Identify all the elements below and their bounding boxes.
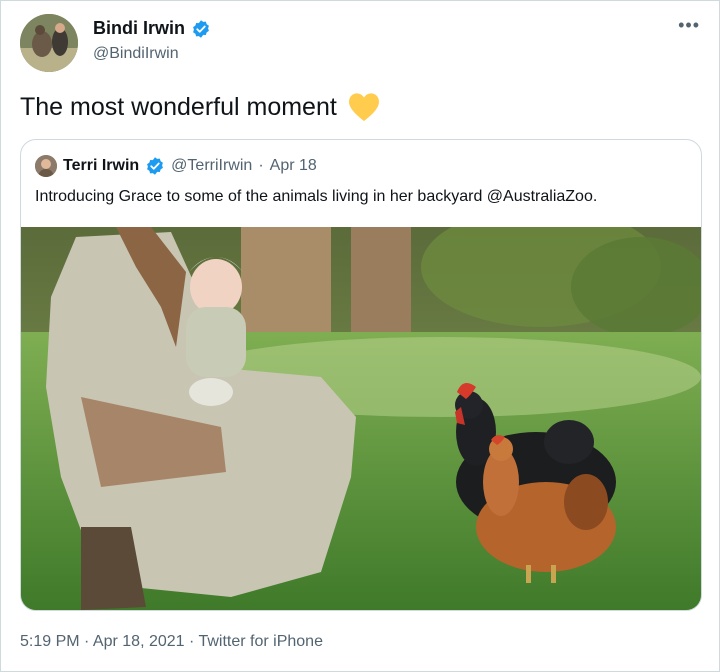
author-handle[interactable]: @BindiIrwin xyxy=(93,45,179,63)
author-avatar[interactable] xyxy=(20,14,78,72)
verified-badge-icon xyxy=(193,19,209,38)
quoted-author-name[interactable]: Terri Irwin xyxy=(63,157,139,175)
quoted-tweet-header: Terri Irwin @TerriIrwin · Apr 18 xyxy=(35,155,317,177)
quoted-tweet-text: Introducing Grace to some of the animals… xyxy=(35,188,598,205)
quoted-tweet[interactable]: Terri Irwin @TerriIrwin · Apr 18 Introdu… xyxy=(20,139,702,611)
quoted-date[interactable]: Apr 18 xyxy=(270,157,317,175)
tweet-text: The most wonderful moment xyxy=(20,92,381,122)
avatar-image xyxy=(20,14,78,72)
more-options-icon[interactable]: ••• xyxy=(678,15,700,36)
tweet-text-content: The most wonderful moment xyxy=(20,92,337,121)
author-name[interactable]: Bindi Irwin xyxy=(93,18,211,39)
tweet-timestamp[interactable]: 5:19 PM · Apr 18, 2021 · Twitter for iPh… xyxy=(20,633,323,651)
quoted-author-avatar[interactable] xyxy=(35,155,57,177)
yellow-heart-icon xyxy=(348,93,379,122)
tweet-card: Bindi Irwin @BindiIrwin ••• The most won… xyxy=(0,0,720,672)
verified-badge-icon xyxy=(147,157,164,175)
quoted-separator: · xyxy=(258,157,264,174)
quoted-avatar-image xyxy=(35,155,57,177)
quoted-author-handle[interactable]: @TerriIrwin xyxy=(171,157,252,175)
author-name-text: Bindi Irwin xyxy=(93,18,185,38)
quoted-media-photo[interactable] xyxy=(21,227,701,610)
